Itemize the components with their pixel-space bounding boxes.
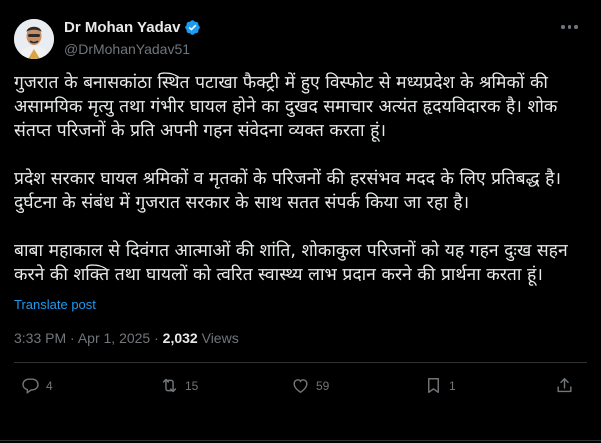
avatar-image <box>14 19 54 59</box>
post-paragraph-3: बाबा महाकाल से दिवंगत आत्माओं की शांति, … <box>14 239 589 287</box>
repost-icon <box>162 378 177 393</box>
repost-count: 15 <box>185 378 199 393</box>
action-bar: 4 15 59 1 <box>0 376 601 402</box>
post-meta: 3:33 PM · Apr 1, 2025 · 2,032 Views <box>14 330 239 346</box>
post-line: प्रदेश सरकार घायल श्रमिकों व मृतकों के प… <box>14 169 562 189</box>
translate-post-link[interactable]: Translate post <box>14 297 96 312</box>
heart-icon <box>293 379 308 394</box>
divider <box>14 362 587 363</box>
post-date[interactable]: Apr 1, 2025 <box>78 330 150 346</box>
views-count: 2,032 <box>162 330 198 346</box>
post-line: करने की शक्ति तथा घायलों को त्वरित स्वास… <box>14 265 543 285</box>
post-paragraph-2: प्रदेश सरकार घायल श्रमिकों व मृतकों के प… <box>14 167 589 215</box>
reply-button[interactable]: 4 <box>21 376 53 395</box>
verified-badge-icon <box>184 19 201 36</box>
post-line: बाबा महाकाल से दिवंगत आत्माओं की शांति, … <box>14 241 568 261</box>
bookmark-icon <box>428 378 439 393</box>
meta-separator: · <box>154 330 159 346</box>
more-dots-icon[interactable] <box>561 25 579 31</box>
meta-separator: · <box>70 330 75 346</box>
reply-count: 4 <box>46 378 53 393</box>
bookmark-count: 1 <box>449 378 456 393</box>
post-line: गुजरात के बनासकांठा स्थित पटाखा फैक्ट्री… <box>14 73 548 93</box>
post-line: दुर्घटना के संबंध में गुजरात सरकार के सा… <box>14 193 470 213</box>
bookmark-button[interactable]: 1 <box>424 376 456 395</box>
like-count: 59 <box>316 378 330 393</box>
post-time[interactable]: 3:33 PM <box>14 330 66 346</box>
author-name-row: Dr Mohan Yadav <box>64 19 201 36</box>
share-button[interactable] <box>555 376 574 395</box>
repost-button[interactable]: 15 <box>160 376 198 395</box>
views-label: Views <box>201 330 239 346</box>
post-line: संतप्त परिजनों के प्रति अपनी गहन संवेदना… <box>14 121 387 141</box>
share-icon <box>557 378 572 393</box>
avatar[interactable] <box>14 19 54 59</box>
author-handle[interactable]: @DrMohanYadav51 <box>64 41 190 57</box>
post-line: असामयिक मृत्यु तथा गंभीर घायल होने का दु… <box>14 97 558 117</box>
author-name[interactable]: Dr Mohan Yadav <box>64 19 180 36</box>
like-button[interactable]: 59 <box>291 376 329 395</box>
post-text: गुजरात के बनासकांठा स्थित पटाखा फैक्ट्री… <box>14 71 589 287</box>
reply-icon <box>22 378 39 394</box>
post-paragraph-1: गुजरात के बनासकांठा स्थित पटाखा फैक्ट्री… <box>14 71 589 143</box>
divider <box>0 440 601 441</box>
